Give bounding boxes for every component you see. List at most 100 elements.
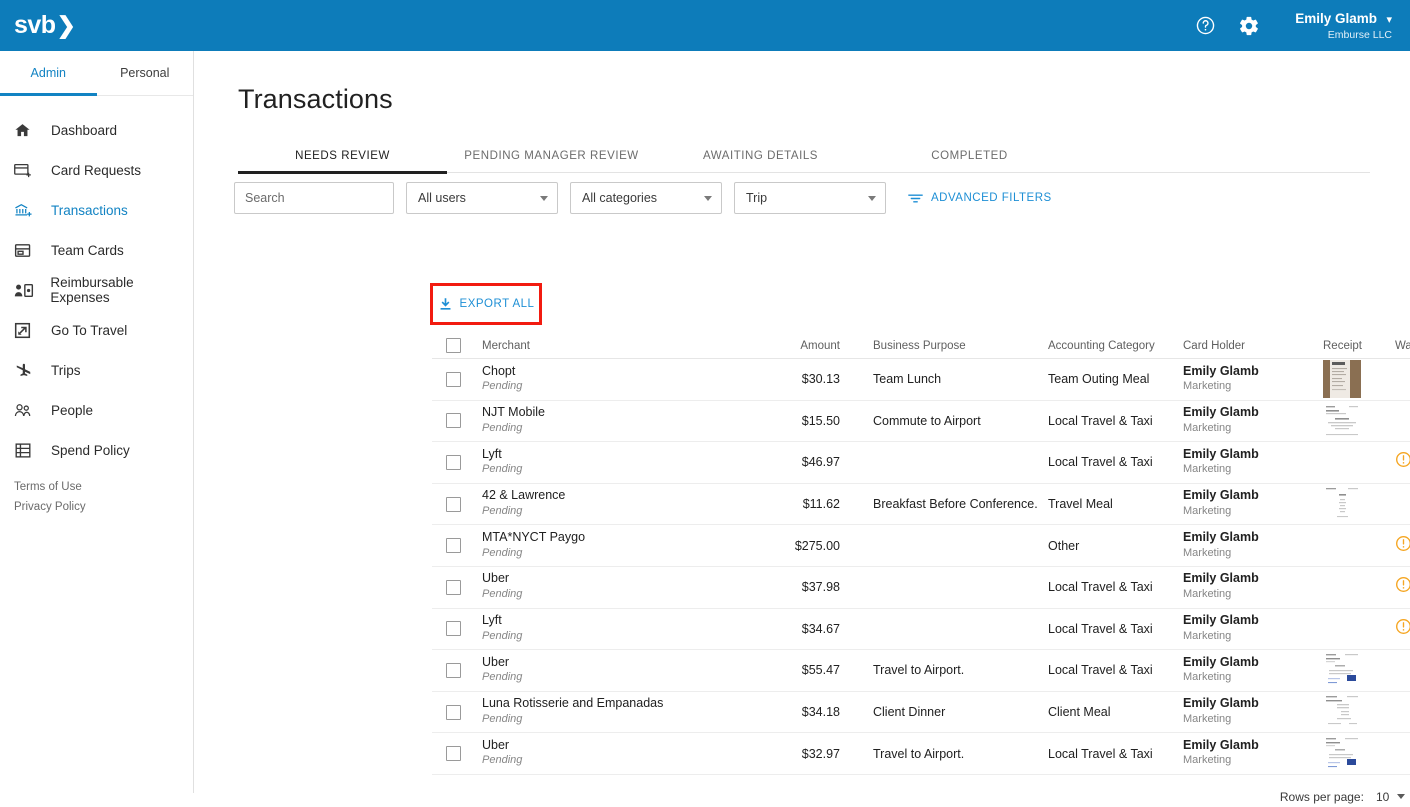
business-purpose-cell[interactable]: Client Dinner	[840, 703, 1043, 721]
receipt-thumbnail[interactable]	[1323, 401, 1361, 440]
row-checkbox[interactable]	[446, 621, 461, 637]
all-categories-select[interactable]: All categories	[570, 182, 722, 214]
table-row[interactable]: NJT Mobile Pending $15.50 Commute to Airpor…	[432, 401, 1410, 443]
receipt-thumbnail[interactable]	[1323, 734, 1361, 773]
row-checkbox[interactable]	[446, 538, 461, 554]
tab-completed[interactable]: COMPLETED	[865, 139, 1074, 173]
amount-cell: $34.67	[776, 620, 840, 638]
row-checkbox[interactable]	[446, 413, 461, 429]
help-circle-icon[interactable]	[1183, 15, 1227, 36]
table-row[interactable]: Lyft Pending $46.97 Local Travel & Taxi Emil…	[432, 442, 1410, 484]
receipt-cell[interactable]	[1323, 360, 1391, 399]
warnings-cell[interactable]	[1391, 576, 1410, 598]
row-checkbox-cell	[432, 704, 482, 720]
table-row[interactable]: Lyft Pending $34.67 Local Travel & Taxi Emil…	[432, 609, 1410, 651]
business-purpose-cell[interactable]: Breakfast Before Conference.	[840, 495, 1043, 513]
column-header-business-purpose[interactable]: Business Purpose	[840, 340, 1043, 352]
user-menu[interactable]: Emily Glamb ▾ Emburse LLC	[1295, 9, 1392, 42]
sidebar-subtab-personal[interactable]: Personal	[97, 51, 194, 95]
receipt-thumbnail[interactable]	[1323, 360, 1361, 399]
warnings-cell[interactable]	[1391, 535, 1410, 557]
warnings-cell[interactable]	[1391, 618, 1410, 640]
terms-of-use-link[interactable]: Terms of Use	[14, 481, 86, 493]
receipt-cell[interactable]	[1323, 734, 1391, 773]
export-all-button[interactable]: EXPORT ALL	[438, 297, 535, 312]
accounting-category-cell[interactable]: Local Travel & Taxi	[1043, 745, 1183, 763]
search-input[interactable]	[245, 191, 406, 205]
sidebar-item-people[interactable]: People	[0, 390, 193, 430]
sidebar-item-transactions[interactable]: Transactions	[0, 190, 193, 230]
row-checkbox[interactable]	[446, 496, 461, 512]
sidebar-item-spend-policy[interactable]: Spend Policy	[0, 430, 193, 470]
table-row[interactable]: Uber Pending $55.47 Travel to Airport. Local…	[432, 650, 1410, 692]
column-header-accounting-category[interactable]: Accounting Category	[1043, 340, 1183, 352]
receipt-cell[interactable]	[1323, 401, 1391, 440]
rows-per-page-value: 10	[1375, 789, 1390, 804]
tab-needs-review[interactable]: NEEDS REVIEW	[238, 139, 447, 174]
table-row[interactable]: Uber Pending $37.98 Local Travel & Taxi Emil…	[432, 567, 1410, 609]
trip-select[interactable]: Trip	[734, 182, 886, 214]
receipt-cell[interactable]	[1323, 485, 1391, 524]
card-holder-cell: Emily Glamb Marketing	[1183, 738, 1323, 770]
sidebar-item-reimbursable-expenses[interactable]: Reimbursable Expenses	[0, 270, 193, 310]
warning-circle-icon[interactable]	[1395, 451, 1410, 473]
accounting-category-cell[interactable]: Local Travel & Taxi	[1043, 661, 1183, 679]
tab-pending-manager-review[interactable]: PENDING MANAGER REVIEW	[447, 139, 656, 173]
table-row[interactable]: Luna Rotisserie and Empanadas Pending $34.…	[432, 692, 1410, 734]
receipt-cell[interactable]	[1323, 651, 1391, 690]
accounting-category-cell[interactable]: Local Travel & Taxi	[1043, 453, 1183, 471]
rows-per-page-select[interactable]: 10	[1375, 789, 1406, 804]
table-row[interactable]: MTA*NYCT Paygo Pending $275.00 Other Emily G…	[432, 525, 1410, 567]
all-users-select[interactable]: All users	[406, 182, 558, 214]
row-checkbox[interactable]	[446, 579, 461, 595]
sidebar-item-go-to-travel[interactable]: Go To Travel	[0, 310, 193, 350]
sidebar-nav: Dashboard Card Requests Transactions Tea…	[0, 96, 193, 470]
column-header-amount[interactable]: Amount	[776, 340, 840, 352]
accounting-category-cell[interactable]: Local Travel & Taxi	[1043, 578, 1183, 596]
warnings-cell[interactable]	[1391, 451, 1410, 473]
accounting-category-cell[interactable]: Local Travel & Taxi	[1043, 620, 1183, 638]
receipt-cell[interactable]	[1323, 693, 1391, 732]
row-checkbox[interactable]	[446, 746, 461, 762]
receipt-thumbnail[interactable]	[1323, 485, 1361, 524]
row-checkbox[interactable]	[446, 454, 461, 470]
select-all-checkbox[interactable]	[446, 338, 461, 353]
row-checkbox[interactable]	[446, 662, 461, 678]
privacy-policy-link[interactable]: Privacy Policy	[14, 501, 86, 513]
column-header-receipt[interactable]: Receipt	[1323, 340, 1391, 352]
advanced-filters-button[interactable]: ADVANCED FILTERS	[908, 192, 1052, 205]
sidebar-item-team-cards[interactable]: Team Cards	[0, 230, 193, 270]
receipt-thumbnail[interactable]	[1323, 651, 1361, 690]
accounting-category-cell[interactable]: Other	[1043, 537, 1183, 555]
gear-icon[interactable]	[1227, 15, 1271, 37]
business-purpose-cell[interactable]: Team Lunch	[840, 370, 1043, 388]
table-row[interactable]: Chopt Pending $30.13 Team Lunch Team Outing …	[432, 359, 1410, 401]
column-header-merchant[interactable]: Merchant	[482, 340, 776, 352]
amount-cell: $32.97	[776, 745, 840, 763]
business-purpose-cell[interactable]: Travel to Airport.	[840, 661, 1043, 679]
search-box[interactable]	[234, 182, 420, 214]
sidebar-item-spend-policy-label: Spend Policy	[51, 442, 130, 458]
row-checkbox[interactable]	[446, 704, 461, 720]
receipt-thumbnail[interactable]	[1323, 693, 1361, 732]
warning-circle-icon[interactable]	[1395, 618, 1410, 640]
sidebar-item-dashboard[interactable]: Dashboard	[0, 110, 193, 150]
table-row[interactable]: 42 & Lawrence Pending $11.62 Breakfast Befo…	[432, 484, 1410, 526]
sidebar-item-trips[interactable]: Trips	[0, 350, 193, 390]
business-purpose-cell[interactable]: Travel to Airport.	[840, 745, 1043, 763]
sidebar-subtab-admin[interactable]: Admin	[0, 51, 97, 96]
accounting-category-cell[interactable]: Team Outing Meal	[1043, 370, 1183, 388]
table-row[interactable]: Uber Pending $32.97 Travel to Airport. Local…	[432, 733, 1410, 775]
accounting-category-cell[interactable]: Client Meal	[1043, 703, 1183, 721]
warning-circle-icon[interactable]	[1395, 576, 1410, 598]
svb-logo[interactable]: svb ❯	[14, 11, 76, 40]
row-checkbox[interactable]	[446, 371, 461, 387]
accounting-category-cell[interactable]: Local Travel & Taxi	[1043, 412, 1183, 430]
tab-awaiting-details[interactable]: AWAITING DETAILS	[656, 139, 865, 173]
warning-circle-icon[interactable]	[1395, 535, 1410, 557]
accounting-category-cell[interactable]: Travel Meal	[1043, 495, 1183, 513]
column-header-warnings[interactable]: Warnings	[1391, 340, 1410, 352]
column-header-card-holder[interactable]: Card Holder	[1183, 340, 1323, 352]
sidebar-item-card-requests[interactable]: Card Requests	[0, 150, 193, 190]
business-purpose-cell[interactable]: Commute to Airport	[840, 412, 1043, 430]
